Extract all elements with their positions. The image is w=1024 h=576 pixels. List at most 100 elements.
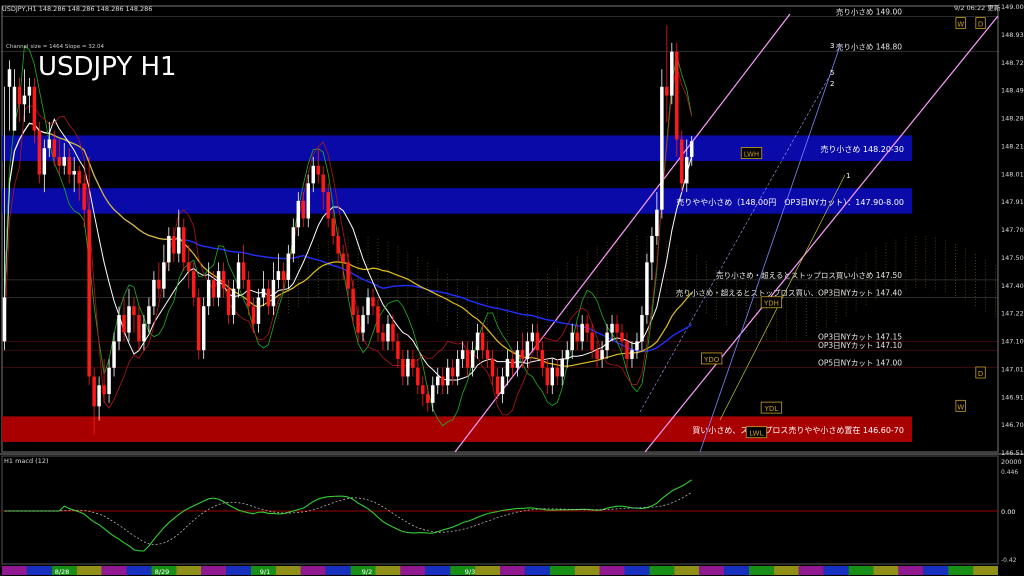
candle-body — [132, 306, 136, 316]
candle-body — [645, 262, 649, 316]
candle-body — [665, 86, 669, 96]
y-tick-label-1: 148.930 — [1001, 31, 1024, 39]
candle-body — [440, 376, 445, 386]
sub-top-label: 20000 — [1001, 458, 1022, 466]
time-bar-segment — [2, 566, 27, 575]
y-tick-label-5: 148.210 — [1001, 142, 1024, 150]
candle-body — [580, 323, 584, 342]
y-tick-label-13: 147.010 — [1001, 365, 1024, 373]
time-bar-segment — [574, 566, 600, 575]
candle-body — [97, 385, 101, 407]
channel-line-blue — [699, 45, 841, 453]
candle-body — [67, 157, 71, 175]
channel-label-2: 2 — [830, 80, 834, 88]
time-bar-segment — [898, 566, 924, 575]
candle-body — [311, 165, 315, 184]
channel-label-0: 3 — [830, 42, 834, 50]
candle-body — [316, 165, 320, 175]
time-bar-segment — [599, 566, 625, 575]
candle-body — [401, 358, 405, 377]
y-tick-label-8: 147.700 — [1001, 226, 1024, 234]
candle-body — [530, 332, 535, 342]
candle-body — [321, 174, 325, 193]
candle-body — [600, 350, 604, 359]
x-tick-label-2: 9/1 — [260, 568, 270, 576]
sub-y-label-0: 0.446 — [1001, 469, 1018, 476]
candle-body — [127, 306, 131, 333]
candle-body — [555, 367, 560, 377]
candle-body — [276, 271, 281, 280]
candle-body — [291, 227, 296, 254]
candle-body — [82, 183, 86, 210]
candle-body — [500, 376, 505, 395]
level-label-1: 売り小さめ 148.80 — [836, 42, 902, 52]
candle-body — [610, 323, 614, 333]
zone-label-0: 売り小さめ 148.20-30 — [820, 144, 904, 154]
candle-body — [62, 157, 66, 166]
candle-body — [17, 86, 22, 105]
candle-body — [520, 350, 525, 359]
time-bar-segment — [973, 566, 998, 575]
y-tick-label-9: 147.505 — [1001, 254, 1024, 262]
time-bar-segment — [873, 566, 899, 575]
candle-body — [396, 341, 400, 359]
candle-body — [112, 341, 116, 368]
candle-body — [505, 358, 510, 377]
candle-body — [266, 288, 271, 307]
candle-body — [27, 86, 32, 96]
candle-body — [436, 376, 440, 386]
candle-body — [77, 171, 81, 184]
candle-body — [630, 350, 634, 359]
candle-body — [371, 297, 375, 307]
level-label-0: 売り小さめ 149.00 — [836, 7, 902, 17]
candle-body — [102, 385, 106, 395]
y-tick-label-6: 148.010 — [1001, 170, 1024, 178]
candle-body — [226, 288, 231, 316]
y-tick-label-3: 148.495 — [1001, 87, 1024, 95]
time-bar-segment — [524, 566, 550, 575]
candle-body — [341, 253, 345, 263]
tag-label-0: LWH — [744, 150, 759, 158]
candle-body — [455, 358, 460, 377]
candle-body — [187, 262, 191, 272]
y-tick-label-16: 146.510 — [1001, 449, 1024, 457]
candle-body — [281, 271, 286, 280]
y-tick-label-15: 146.705 — [1001, 421, 1024, 429]
candle-body — [620, 332, 624, 342]
candle-body — [565, 350, 569, 359]
candle-body — [122, 315, 126, 333]
candle-body — [356, 315, 360, 333]
candle-body — [421, 385, 425, 395]
candle-body — [670, 51, 674, 96]
time-bar-segment — [275, 566, 301, 575]
candle-body — [426, 394, 430, 403]
candle-body — [107, 367, 111, 395]
level-label-4: OP3日NYカット 147.15 — [818, 332, 902, 341]
chart-root: 売り小さめ 148.20-30 売りやや小さめ（148.00円 OP3日NYカット… — [0, 0, 1024, 576]
candle-body — [680, 139, 684, 184]
candle-body — [460, 350, 465, 359]
candle-body — [196, 297, 201, 351]
candle-body — [490, 358, 495, 377]
tag-label-3: YDL — [764, 405, 779, 413]
candle-body — [221, 271, 226, 289]
candle-body — [525, 341, 530, 359]
time-bar-segment — [749, 566, 774, 575]
candle-body — [157, 279, 161, 289]
sub-zero-label: 0.00 — [1001, 508, 1015, 516]
candle-body — [137, 315, 141, 342]
candle-body — [256, 297, 261, 324]
candle-body — [32, 86, 37, 131]
candle-body — [605, 332, 609, 351]
candle-body — [7, 69, 12, 87]
candle-body — [535, 332, 540, 351]
time-bar-segment — [549, 566, 575, 575]
tag-label-7: W — [957, 403, 964, 411]
candle-body — [411, 358, 415, 368]
time-bar-segment — [425, 566, 451, 575]
header-ohlc: USDJPY,H1 148.286 148.286 148.286 148.28… — [2, 5, 152, 13]
candle-body — [92, 376, 96, 407]
candle-body — [87, 209, 91, 377]
candle-body — [660, 86, 664, 210]
y-tick-label-4: 148.286 — [1001, 115, 1024, 123]
